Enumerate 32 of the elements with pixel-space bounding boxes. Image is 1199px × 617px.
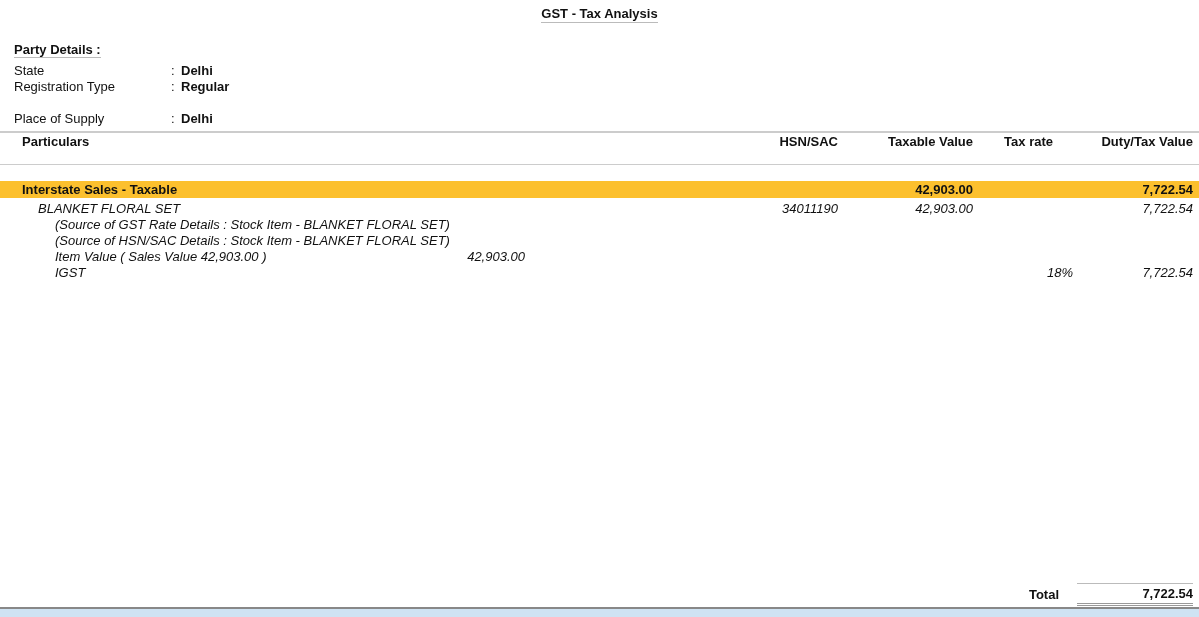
duty-value: 7,722.54 [1141,182,1193,197]
group-name: Interstate Sales - Taxable [21,182,179,197]
column-header: Particulars [21,134,91,151]
field-label: Place of Supply [14,110,106,126]
taxable-value: 42,903.00 [914,182,973,197]
detail-text: (Source of HSN/SAC Details : Stock Item - BLANKET FLORAL SET) [55,232,450,248]
column-header: Tax rate [1003,134,1054,151]
report-title: GST - Tax Analysis [541,6,658,23]
detail-text: IGST [55,264,86,280]
duty-value: 7,722.54 [1141,200,1193,216]
detail-text: Item Value ( Sales Value 42,903.00 ) [55,248,267,264]
column-header: Taxable Value [886,134,973,151]
field-value: Delhi [181,62,213,78]
field-value: Regular [181,78,230,94]
tax-rate: 18% [1046,264,1073,280]
group-row[interactable]: Interstate Sales - Taxable 42,903.00 7,722.54 [0,181,1199,198]
item-name: BLANKET FLORAL SET [37,200,182,216]
duty-value: 7,722.54 [1142,264,1193,280]
colon-separator: : [171,110,176,126]
hsn-code: 34011190 [781,200,838,216]
column-header: Duty/Tax Value [1100,134,1193,151]
column-header: HSN/SAC [778,134,838,151]
total-label: Total [1028,586,1059,602]
colon-separator: : [171,62,176,78]
section-heading: Party Details : [14,42,101,58]
field-label: State [14,62,46,78]
taxable-value: 42,903.00 [914,200,973,216]
item-value-amount: 42,903.00 [467,248,525,264]
field-label: Registration Type [14,78,116,94]
field-value: Delhi [181,110,213,126]
colon-separator: : [171,78,176,94]
detail-text: (Source of GST Rate Details : Stock Item - BLANKET FLORAL SET) [55,216,450,232]
